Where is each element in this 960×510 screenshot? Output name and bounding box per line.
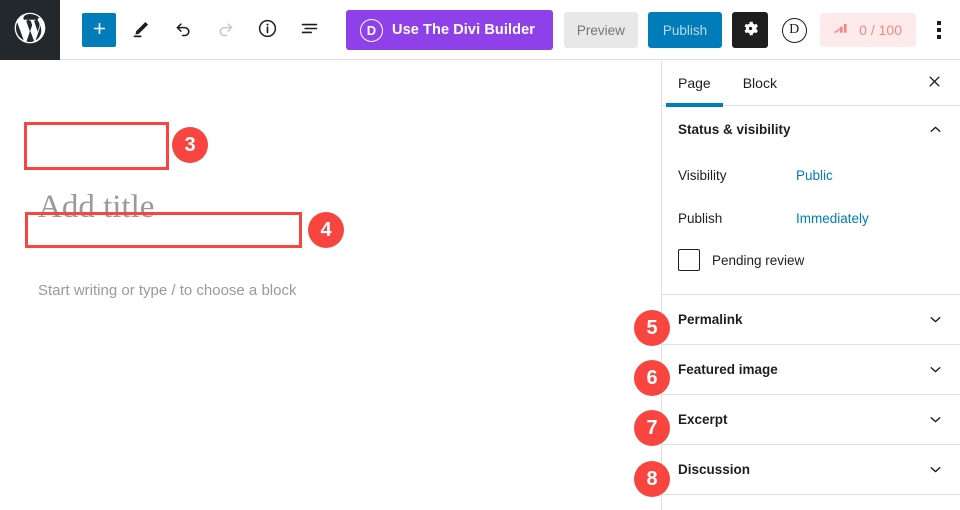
list-view-button[interactable]: [292, 13, 326, 47]
close-icon: [927, 74, 942, 93]
visibility-row: Visibility Public: [678, 154, 944, 197]
list-view-icon: [299, 18, 320, 42]
permalink-panel-header[interactable]: Permalink: [662, 295, 960, 345]
editor-settings-sidebar: Page Block Status & visibility Visibilit…: [661, 61, 960, 510]
redo-arrow-icon: [215, 18, 236, 42]
divi-builder-label: Use The Divi Builder: [392, 22, 535, 38]
featured-image-panel-header[interactable]: Featured image: [662, 345, 960, 395]
status-visibility-panel-body: Visibility Public Publish Immediately Pe…: [662, 152, 960, 294]
pencil-icon: [131, 18, 152, 42]
chevron-down-icon: [927, 311, 944, 328]
divi-logo-icon: D: [360, 19, 383, 42]
post-title-input[interactable]: Add title: [38, 189, 154, 226]
gear-icon: [741, 19, 760, 41]
pending-review-row: Pending review: [678, 240, 944, 280]
kebab-menu-icon[interactable]: [926, 12, 952, 48]
annotation-badge-7: 7: [634, 410, 670, 446]
discussion-panel-header[interactable]: Discussion: [662, 445, 960, 495]
pending-review-checkbox[interactable]: [678, 249, 700, 271]
edit-tools-button[interactable]: [124, 13, 158, 47]
divi-settings-button[interactable]: D: [778, 14, 810, 46]
editor-toolbar: D Use The Divi Builder Preview Publish D: [0, 0, 960, 60]
divi-logo-icon: D: [782, 18, 807, 43]
chevron-down-icon: [927, 411, 944, 428]
chevron-down-icon: [927, 361, 944, 378]
annotation-badge-5: 5: [634, 310, 670, 346]
tab-block[interactable]: Block: [727, 61, 793, 106]
toolbar-left-tools: D Use The Divi Builder: [82, 0, 553, 60]
tab-page[interactable]: Page: [662, 61, 727, 106]
annotation-badge-4: 4: [308, 212, 344, 248]
chevron-up-icon: [927, 121, 944, 138]
sidebar-tabs: Page Block: [662, 61, 960, 106]
excerpt-panel-header[interactable]: Excerpt: [662, 395, 960, 445]
use-divi-builder-button[interactable]: D Use The Divi Builder: [346, 10, 553, 50]
editor-canvas: Add title Start writing or type / to cho…: [0, 61, 660, 510]
undo-button[interactable]: [166, 13, 200, 47]
visibility-label: Visibility: [678, 168, 796, 183]
chevron-down-icon: [927, 461, 944, 478]
seo-score-badge[interactable]: 0 / 100: [820, 13, 916, 47]
annotation-badge-3: 3: [172, 127, 208, 163]
preview-button[interactable]: Preview: [564, 12, 638, 48]
redo-button[interactable]: [208, 13, 242, 47]
excerpt-title: Excerpt: [678, 412, 728, 427]
seo-score-text: 0 / 100: [859, 22, 902, 38]
kebab-dot: [937, 35, 941, 39]
featured-image-title: Featured image: [678, 362, 778, 377]
plus-icon: [90, 19, 109, 41]
info-circle-icon: [257, 18, 278, 42]
annotation-badge-6: 6: [634, 360, 670, 396]
toolbar-right-tools: Preview Publish D: [564, 0, 952, 60]
wordpress-logo-button[interactable]: [0, 0, 60, 60]
visibility-value-button[interactable]: Public: [796, 168, 833, 183]
publish-label: Publish: [678, 211, 796, 226]
wordpress-block-editor: D Use The Divi Builder Preview Publish D: [0, 0, 960, 510]
status-visibility-panel-header[interactable]: Status & visibility: [662, 106, 960, 152]
undo-arrow-icon: [173, 18, 194, 42]
permalink-title: Permalink: [678, 312, 743, 327]
publish-button[interactable]: Publish: [648, 12, 722, 48]
status-visibility-title: Status & visibility: [678, 122, 791, 137]
details-button[interactable]: [250, 13, 284, 47]
annotation-badge-8: 8: [634, 461, 670, 497]
discussion-title: Discussion: [678, 462, 750, 477]
wordpress-logo-icon: [13, 11, 47, 50]
publish-date-row: Publish Immediately: [678, 197, 944, 240]
add-block-button[interactable]: [82, 13, 116, 47]
close-sidebar-button[interactable]: [919, 68, 950, 99]
seo-bar-chart-icon: [834, 21, 851, 39]
kebab-dot: [937, 21, 941, 25]
publish-date-button[interactable]: Immediately: [796, 211, 869, 226]
kebab-dot: [937, 28, 941, 32]
default-block-input[interactable]: Start writing or type / to choose a bloc…: [38, 282, 296, 299]
settings-button[interactable]: [732, 12, 768, 48]
pending-review-label: Pending review: [712, 253, 804, 268]
